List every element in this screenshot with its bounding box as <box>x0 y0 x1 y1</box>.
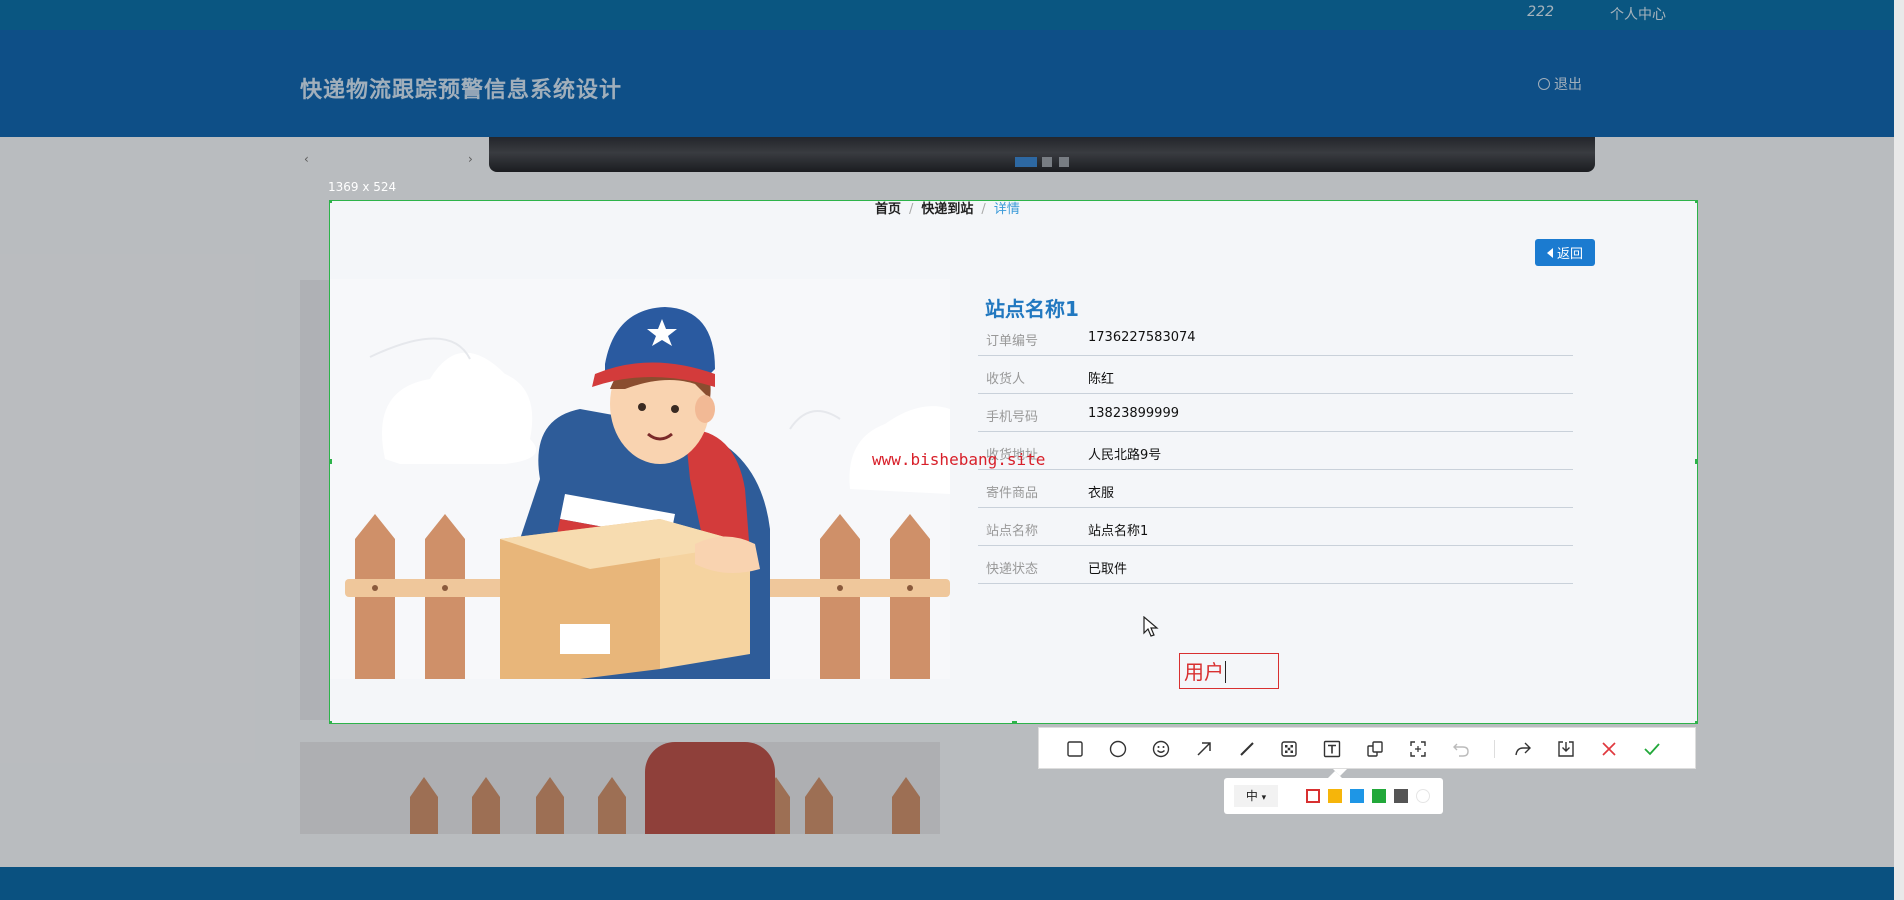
detail-row: 订单编号 1736227583074 <box>978 318 1573 356</box>
color-swatch-blue[interactable] <box>1350 789 1364 803</box>
detail-label: 快递状态 <box>986 562 1039 577</box>
detail-value: 站点名称1 <box>1088 524 1149 539</box>
breadcrumb-section[interactable]: 快递到站 <box>921 202 973 217</box>
breadcrumb: 首页 / 快递到站 / 详情 <box>875 202 1020 217</box>
ocr-icon[interactable] <box>1408 739 1428 759</box>
detail-label: 收货人 <box>986 372 1026 387</box>
detail-row: 寄件商品 衣服 <box>978 470 1573 508</box>
detail-row: 收货地址 人民北路9号 <box>978 432 1573 470</box>
back-button[interactable]: 返回 <box>1535 239 1595 266</box>
detail-table: 订单编号 1736227583074 收货人 陈红 手机号码 13823899999 … <box>978 318 1573 584</box>
confirm-icon[interactable] <box>1642 739 1662 759</box>
resize-handle-top-left[interactable] <box>330 201 332 203</box>
undo-icon[interactable] <box>1451 739 1471 759</box>
delivery-man-image <box>330 279 950 679</box>
pen-icon[interactable] <box>1237 739 1257 759</box>
detail-label: 站点名称 <box>986 524 1039 539</box>
detail-row: 手机号码 13823899999 <box>978 394 1573 432</box>
color-swatch-red[interactable] <box>1306 789 1320 803</box>
breadcrumb-home[interactable]: 首页 <box>875 202 901 217</box>
detail-value: 人民北路9号 <box>1088 448 1162 463</box>
share-icon[interactable] <box>1513 739 1533 759</box>
color-swatch-white[interactable] <box>1416 789 1430 803</box>
detail-value: 1736227583074 <box>1088 330 1196 345</box>
mosaic-icon[interactable] <box>1279 739 1299 759</box>
detail-value: 13823899999 <box>1088 406 1179 421</box>
selection-size-label: 1369 x 524 <box>328 180 397 194</box>
annotation-text-input[interactable]: 用户 <box>1179 653 1279 689</box>
resize-handle-left[interactable] <box>330 459 332 464</box>
mouse-cursor-icon <box>1143 616 1159 637</box>
screenshot-selection[interactable]: 首页 / 快递到站 / 详情 返回 站点名称1 订单编号 17362275830… <box>329 200 1698 724</box>
detail-label: 订单编号 <box>986 334 1039 349</box>
resize-handle-right[interactable] <box>1695 459 1697 464</box>
color-swatch-green[interactable] <box>1372 789 1386 803</box>
text-style-toolbar: 中 ▾ <box>1224 771 1443 814</box>
watermark-text: www.bishebang.site <box>872 450 1046 469</box>
screenshot-toolbar <box>1038 727 1696 776</box>
detail-value: 已取件 <box>1088 562 1128 577</box>
pin-icon[interactable] <box>1365 739 1385 759</box>
text-caret <box>1225 661 1226 683</box>
courier-illustration <box>330 279 950 679</box>
detail-row: 收货人 陈红 <box>978 356 1573 394</box>
detail-label: 手机号码 <box>986 410 1039 425</box>
resize-handle-bottom-left[interactable] <box>330 721 332 723</box>
caret-down-icon: ▾ <box>1261 793 1267 803</box>
breadcrumb-current: 详情 <box>993 202 1020 217</box>
resize-handle-bottom-right[interactable] <box>1695 721 1697 723</box>
detail-label: 寄件商品 <box>986 486 1039 501</box>
emoji-icon[interactable] <box>1151 739 1171 759</box>
resize-handle-top-right[interactable] <box>1695 201 1697 203</box>
arrow-icon[interactable] <box>1194 739 1214 759</box>
text-icon[interactable] <box>1322 739 1342 759</box>
resize-handle-bottom[interactable] <box>1012 721 1017 723</box>
color-swatch-gray[interactable] <box>1394 789 1408 803</box>
color-swatch-yellow[interactable] <box>1328 789 1342 803</box>
close-icon[interactable] <box>1599 739 1619 759</box>
detail-value: 陈红 <box>1088 372 1115 387</box>
detail-row: 快递状态 已取件 <box>978 546 1573 584</box>
detail-value: 衣服 <box>1088 486 1115 501</box>
rectangle-icon[interactable] <box>1065 739 1085 759</box>
scrollbar[interactable] <box>1894 0 1904 900</box>
font-size-select[interactable]: 中 ▾ <box>1234 785 1278 807</box>
caret-left-icon <box>1546 248 1553 258</box>
ellipse-icon[interactable] <box>1108 739 1128 759</box>
download-icon[interactable] <box>1556 739 1576 759</box>
detail-row: 站点名称 站点名称1 <box>978 508 1573 546</box>
